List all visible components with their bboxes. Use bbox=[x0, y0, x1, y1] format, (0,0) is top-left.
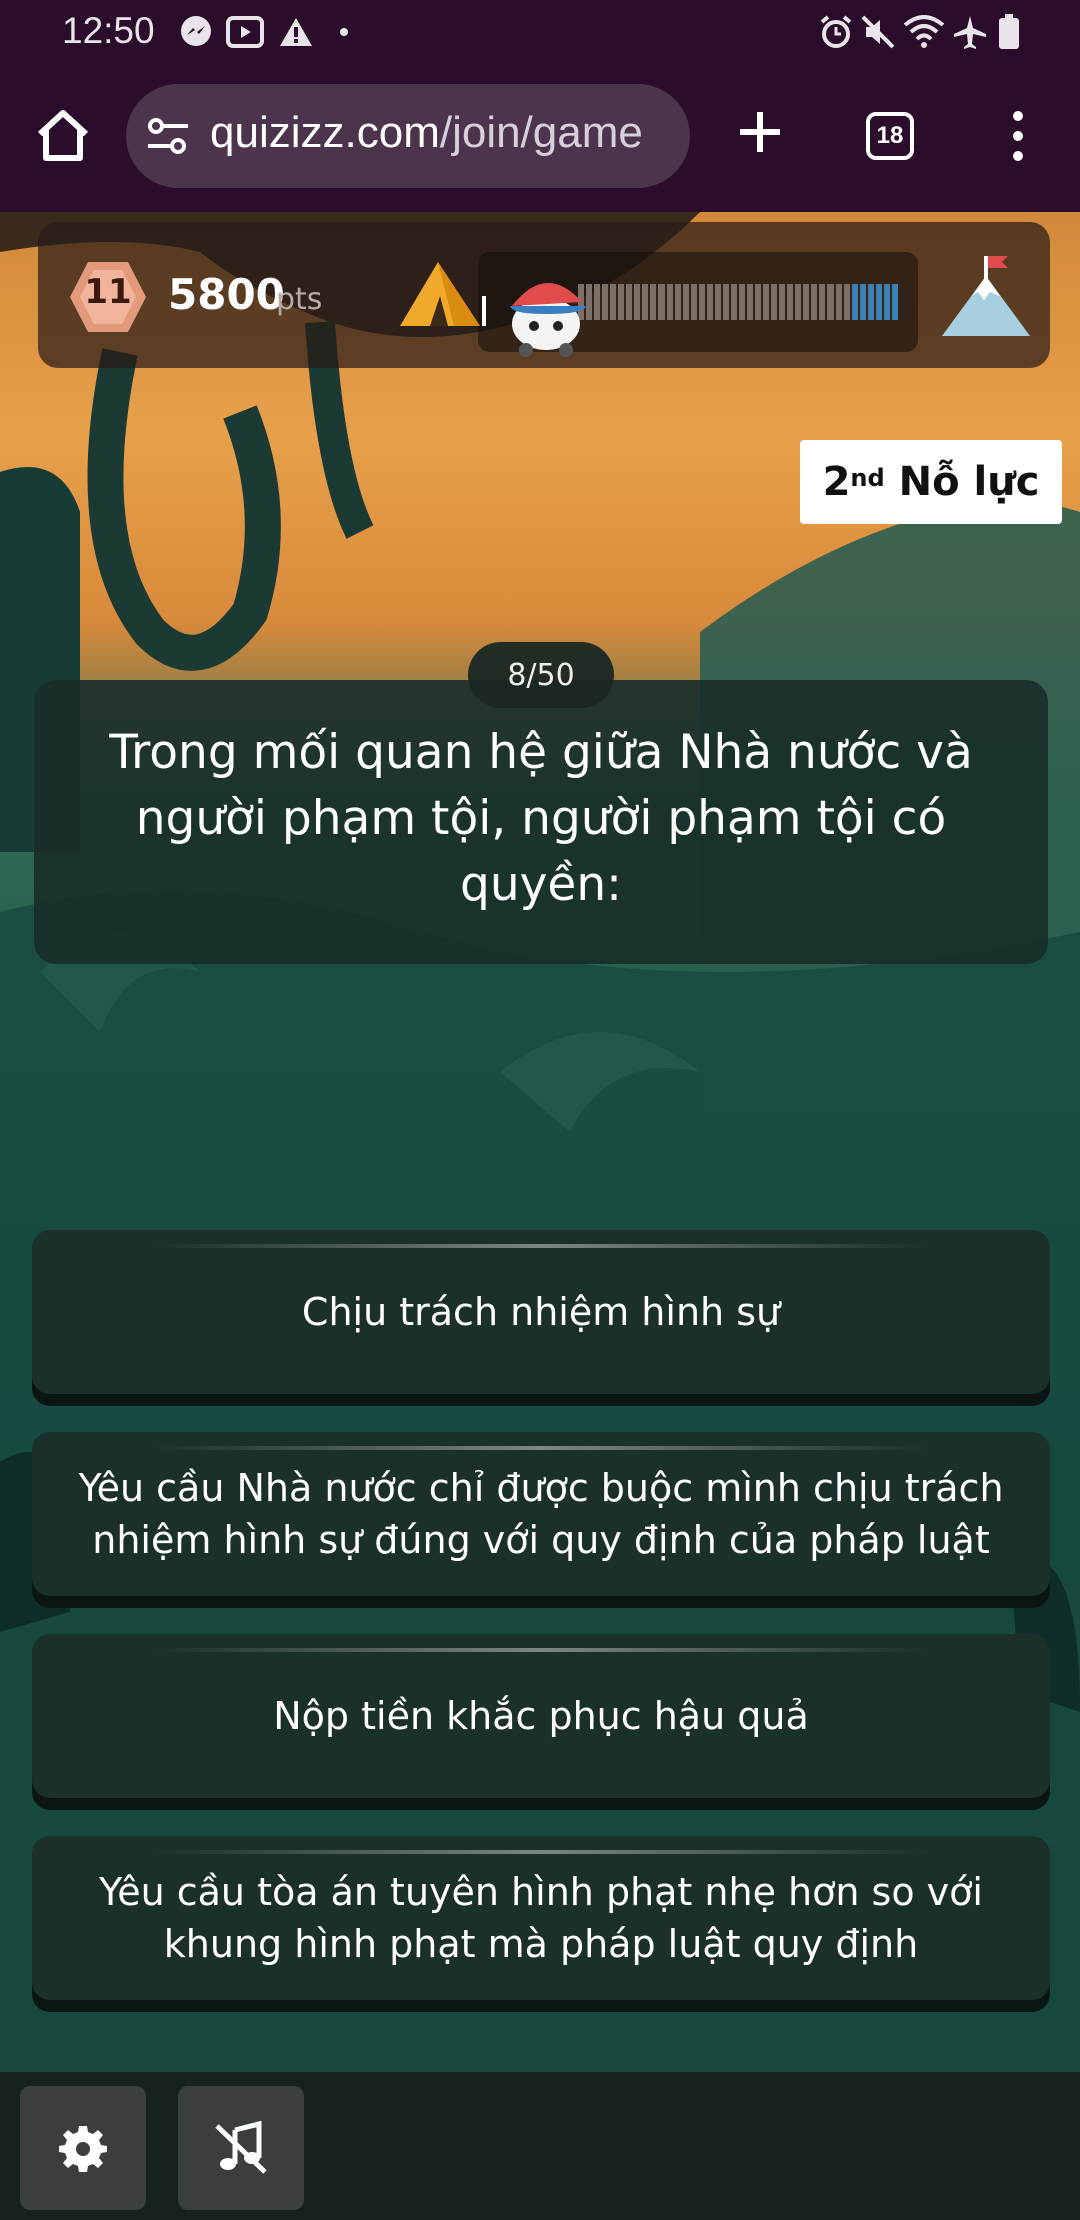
browser-toolbar: quizizz.com/join/game 18 bbox=[0, 66, 1080, 212]
question-card: Trong mối quan hệ giữa Nhà nước và người… bbox=[34, 680, 1048, 964]
progress-tick bbox=[835, 284, 842, 320]
game-bottom-bar bbox=[0, 2072, 1080, 2220]
dot-icon bbox=[334, 12, 354, 52]
progress-tick bbox=[738, 284, 745, 320]
mountain-flag-icon bbox=[942, 256, 1030, 336]
warning-icon bbox=[276, 12, 316, 52]
answer-text: Chịu trách nhiệm hình sự bbox=[301, 1290, 781, 1334]
video-icon bbox=[224, 12, 266, 52]
level-number: 11 bbox=[84, 272, 132, 312]
address-bar[interactable]: quizizz.com/join/game bbox=[126, 84, 690, 188]
progress-tick bbox=[666, 284, 673, 320]
progress-tick bbox=[746, 284, 754, 320]
answer-text: Yêu cầu Nhà nước chỉ được buộc mình chịu… bbox=[78, 1466, 1004, 1562]
attempt-ordinal-suffix: nd bbox=[850, 464, 885, 492]
progress-tick bbox=[706, 284, 713, 320]
music-toggle-button[interactable] bbox=[178, 2086, 304, 2210]
progress-tick bbox=[618, 284, 625, 320]
messenger-icon bbox=[176, 12, 216, 52]
progress-tick bbox=[867, 284, 874, 320]
progress-tick bbox=[610, 284, 617, 320]
progress-tick bbox=[779, 284, 786, 320]
progress-tick bbox=[658, 284, 665, 320]
progress-tick bbox=[690, 284, 697, 320]
answer-option-2[interactable]: Yêu cầu Nhà nước chỉ được buộc mình chịu… bbox=[32, 1432, 1050, 1596]
tab-count: 18 bbox=[876, 122, 904, 149]
progress-tick bbox=[682, 284, 689, 320]
progress-tick bbox=[819, 284, 826, 320]
progress-tick bbox=[650, 284, 657, 320]
status-time: 12:50 bbox=[62, 10, 155, 51]
progress-tick bbox=[891, 284, 898, 320]
progress-tick bbox=[722, 284, 729, 320]
progress-tick bbox=[763, 284, 770, 320]
url-text[interactable]: quizizz.com/join/game bbox=[210, 108, 643, 158]
progress-tick bbox=[730, 284, 737, 320]
question-counter: 8/50 bbox=[468, 642, 614, 708]
points-value: 5800 bbox=[168, 270, 285, 319]
progress-ticks bbox=[578, 284, 898, 320]
progress-tick bbox=[594, 284, 601, 320]
progress-tick bbox=[626, 284, 633, 320]
attempt-label: 2nd Nỗ lực bbox=[800, 440, 1062, 524]
tent-icon bbox=[400, 262, 486, 326]
progress-tick bbox=[787, 284, 794, 320]
battery-icon bbox=[994, 12, 1024, 52]
progress-tick bbox=[634, 284, 641, 320]
answer-text: Nộp tiền khắc phục hậu quả bbox=[273, 1694, 809, 1738]
settings-icon bbox=[59, 2126, 107, 2172]
settings-button[interactable] bbox=[20, 2086, 146, 2210]
status-bar: 12:50 bbox=[0, 0, 1080, 66]
progress-tick bbox=[714, 284, 721, 320]
points-unit: pts bbox=[276, 282, 323, 317]
progress-tick bbox=[771, 284, 778, 320]
answer-text: Yêu cầu tòa án tuyên hình phạt nhẹ hơn s… bbox=[99, 1870, 983, 1966]
progress-tick bbox=[698, 284, 705, 320]
progress-tick bbox=[843, 284, 850, 320]
url-path: /join/game bbox=[439, 108, 643, 157]
progress-tick bbox=[883, 284, 890, 320]
more-menu-icon[interactable] bbox=[998, 106, 1038, 166]
progress-tick bbox=[602, 284, 609, 320]
progress-tick bbox=[851, 284, 858, 320]
progress-tick bbox=[859, 284, 866, 320]
mute-icon bbox=[858, 12, 898, 52]
alarm-icon bbox=[816, 12, 856, 52]
url-domain: quizizz.com bbox=[210, 108, 440, 157]
new-tab-icon[interactable] bbox=[736, 108, 784, 156]
progress-tick bbox=[827, 284, 834, 320]
site-settings-icon[interactable] bbox=[146, 116, 190, 156]
airplane-icon bbox=[950, 12, 990, 52]
attempt-text: Nỗ lực bbox=[898, 459, 1040, 505]
avatar-icon bbox=[510, 282, 586, 357]
wifi-icon bbox=[902, 12, 946, 52]
progress-tick bbox=[674, 284, 681, 320]
answer-option-1[interactable]: Chịu trách nhiệm hình sự bbox=[32, 1230, 1050, 1394]
game-area: 11 5800 pts 2nd Nỗ lực 8/50 Trong mối qu… bbox=[0, 212, 1080, 2072]
progress-tick bbox=[795, 284, 802, 320]
progress-tick bbox=[642, 284, 649, 320]
progress-tick bbox=[803, 284, 810, 320]
home-icon[interactable] bbox=[34, 106, 92, 164]
attempt-ordinal: 2 bbox=[822, 459, 851, 505]
progress-tick bbox=[811, 284, 818, 320]
score-hud: 11 5800 pts bbox=[38, 222, 1050, 368]
tabs-icon[interactable]: 18 bbox=[866, 112, 914, 160]
progress-tick bbox=[755, 284, 762, 320]
answer-option-4[interactable]: Yêu cầu tòa án tuyên hình phạt nhẹ hơn s… bbox=[32, 1836, 1050, 2000]
music-off-icon bbox=[215, 2120, 267, 2174]
progress-tick bbox=[875, 284, 882, 320]
answer-option-3[interactable]: Nộp tiền khắc phục hậu quả bbox=[32, 1634, 1050, 1798]
question-text: Trong mối quan hệ giữa Nhà nước và người… bbox=[109, 725, 973, 912]
